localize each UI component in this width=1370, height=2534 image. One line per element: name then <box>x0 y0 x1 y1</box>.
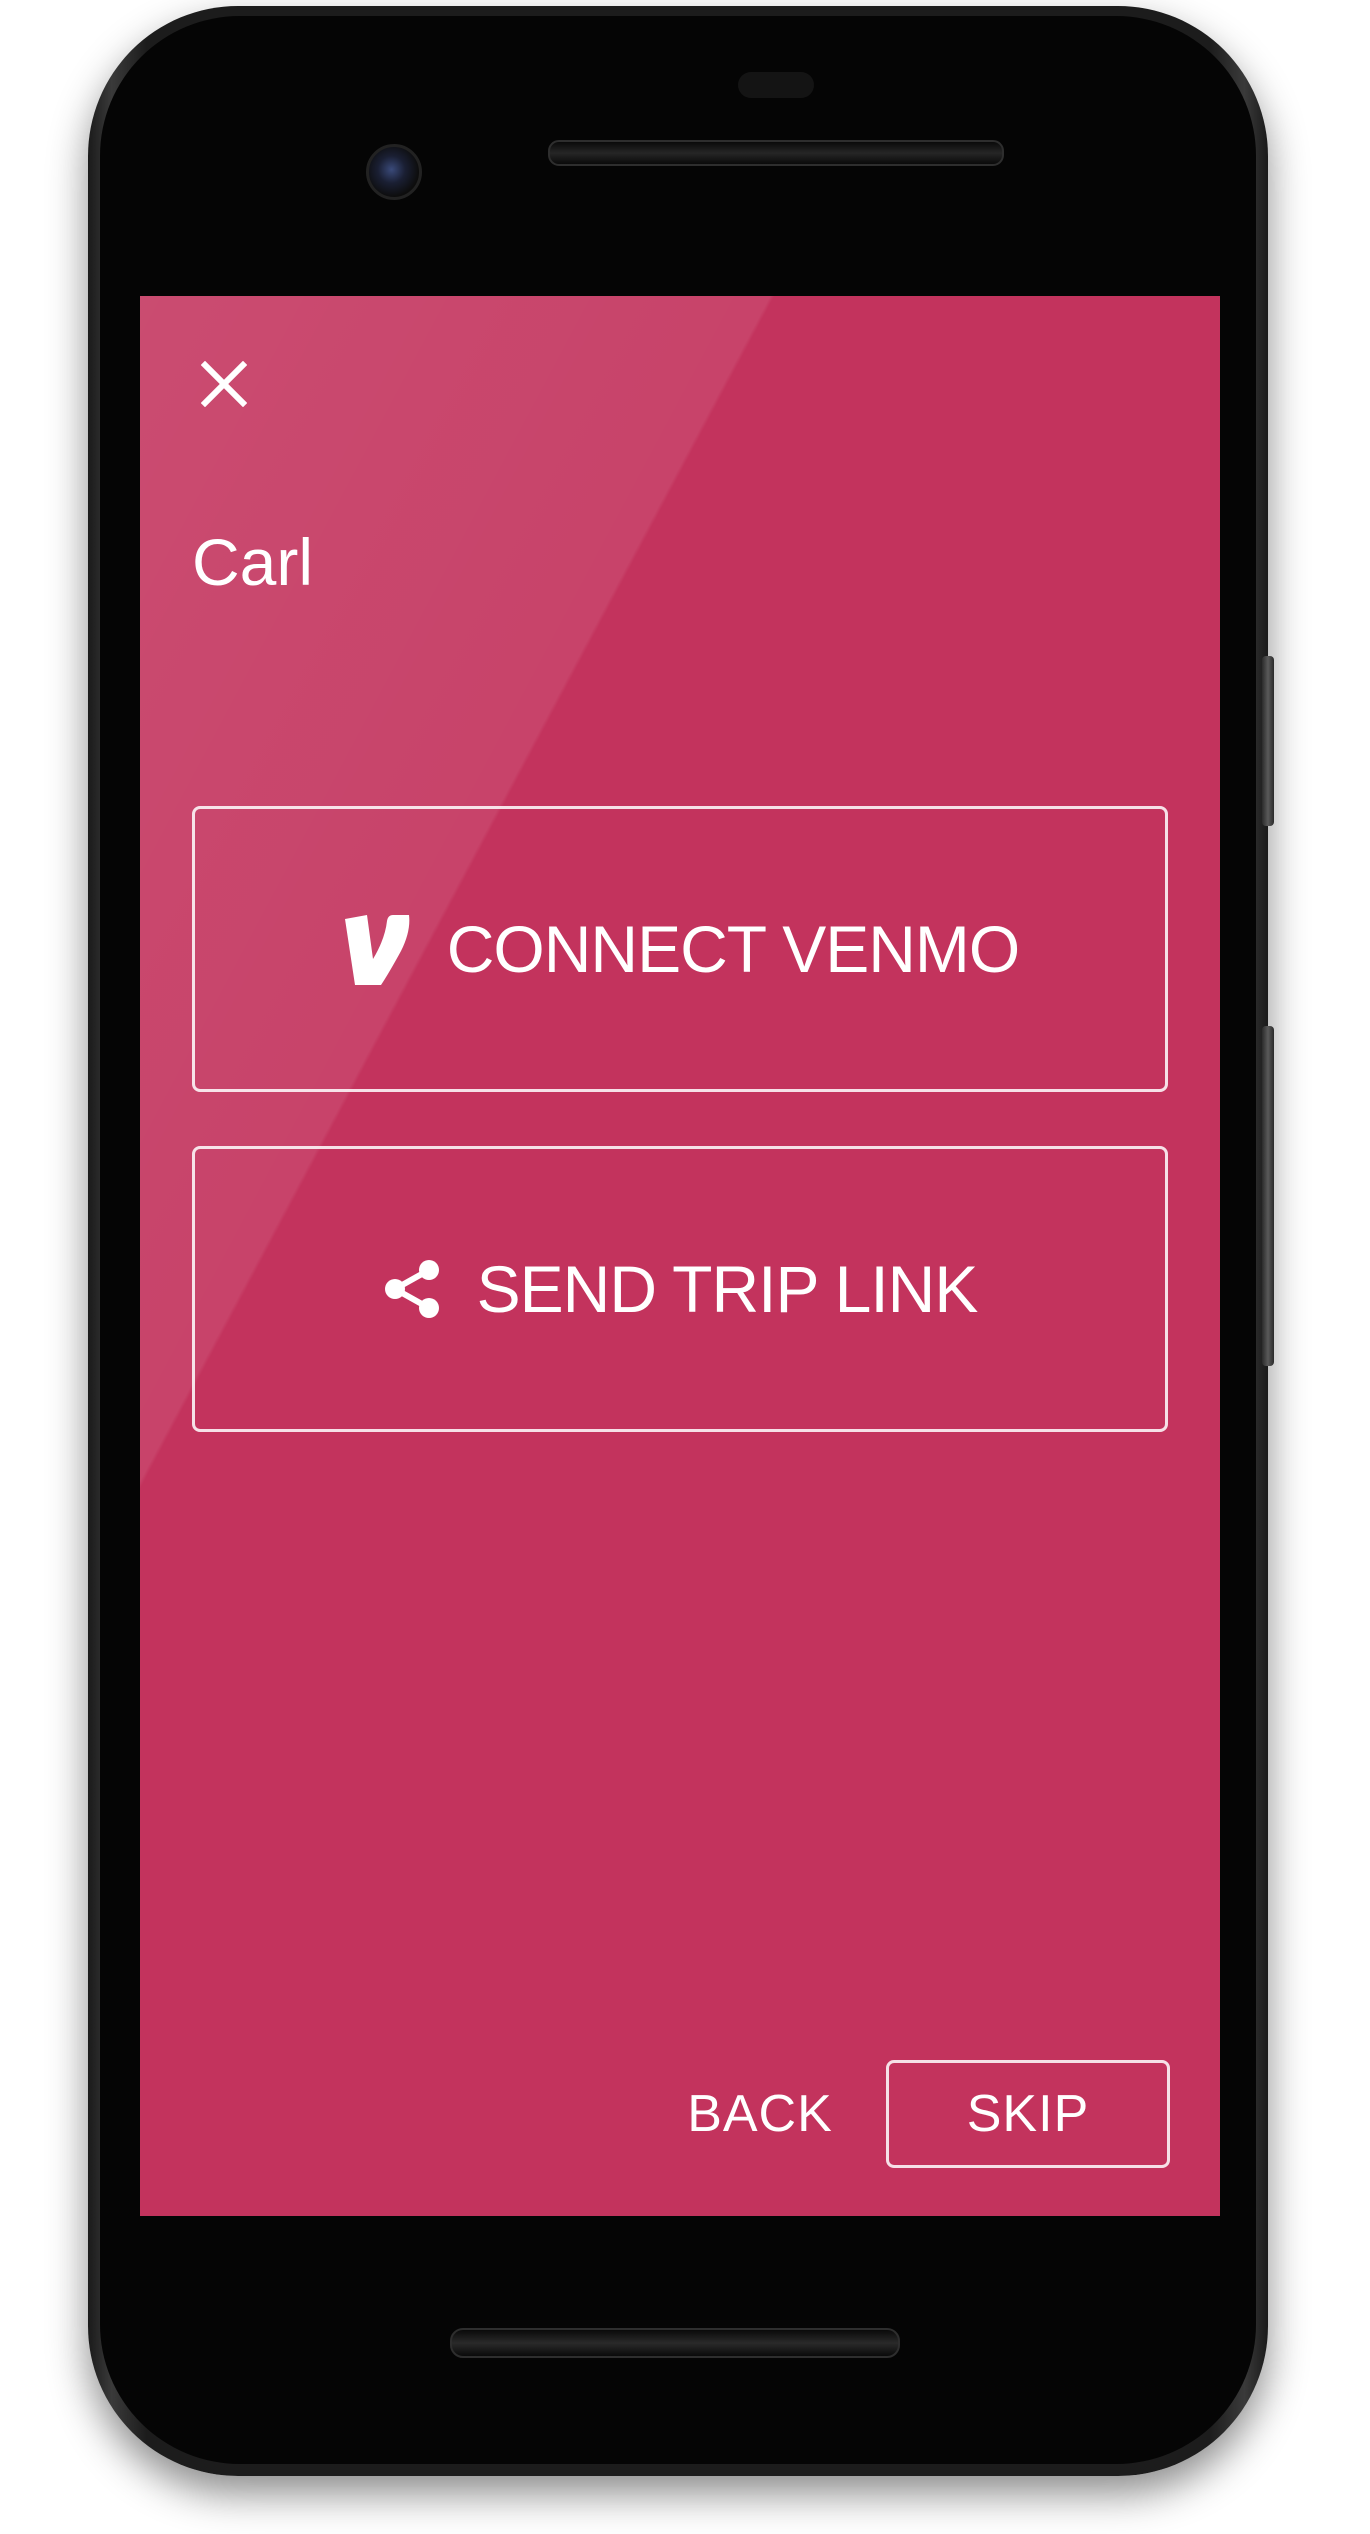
close-button[interactable] <box>192 352 256 416</box>
connect-venmo-label: CONNECT VENMO <box>446 912 1020 986</box>
proximity-sensor <box>738 72 814 98</box>
connect-venmo-button[interactable]: CONNECT VENMO <box>192 806 1168 1092</box>
skip-button[interactable]: SKIP <box>886 2060 1170 2168</box>
app-screen: Carl CONNECT VENMO SEND TRIP LINK BACK S… <box>140 296 1220 2216</box>
send-trip-link-button[interactable]: SEND TRIP LINK <box>192 1146 1168 1432</box>
earpiece-speaker <box>548 140 1004 166</box>
volume-button <box>1262 1026 1274 1366</box>
power-button <box>1262 656 1274 826</box>
share-icon <box>383 1258 443 1320</box>
venmo-logo-icon <box>341 911 413 987</box>
back-button[interactable]: BACK <box>660 2060 860 2168</box>
bottom-speaker-grille <box>450 2328 900 2358</box>
send-trip-link-label: SEND TRIP LINK <box>476 1252 979 1326</box>
page-title: Carl <box>192 525 314 599</box>
close-icon <box>201 361 247 407</box>
front-camera <box>366 144 422 200</box>
